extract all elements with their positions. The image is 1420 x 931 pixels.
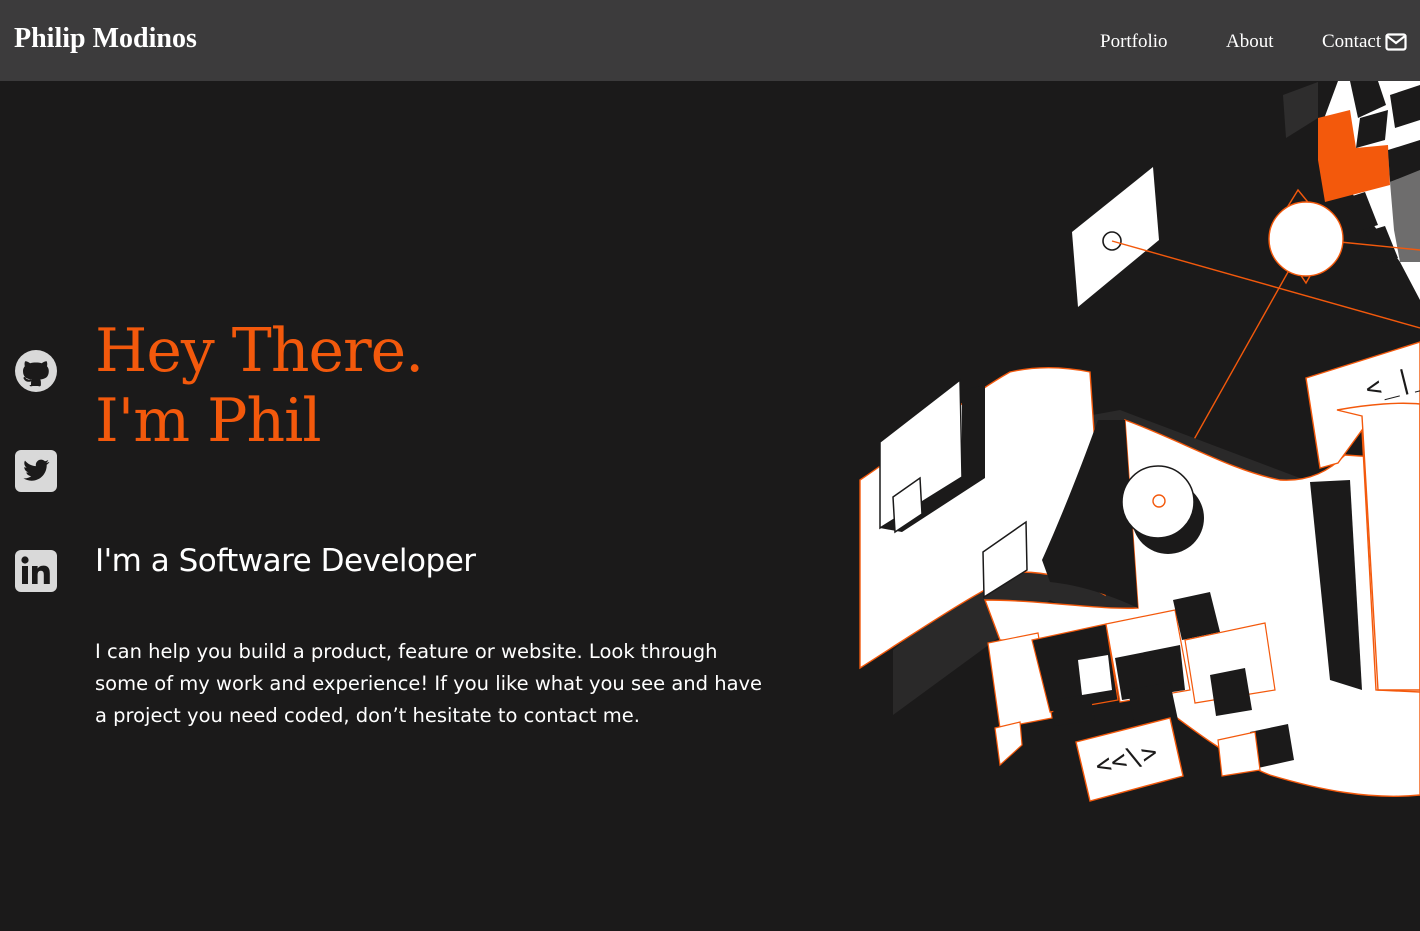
- hero-greeting-line-1: Hey There.: [95, 316, 424, 386]
- hero-subtitle: I'm a Software Developer: [95, 543, 476, 579]
- github-icon[interactable]: [14, 349, 58, 393]
- ring-node-shape: [1121, 465, 1195, 539]
- nav-link-portfolio[interactable]: Portfolio: [1100, 31, 1168, 53]
- brand-logo[interactable]: Philip Modinos: [14, 22, 197, 56]
- nav-link-contact-label: Contact: [1322, 31, 1382, 52]
- node-circle-shape: [1268, 201, 1344, 277]
- nav-link-contact[interactable]: Contact: [1322, 31, 1407, 53]
- hero-illustration: <_|_ <<\>: [859, 81, 1420, 802]
- hero-greeting: Hey There. I'm Phil: [95, 316, 424, 456]
- navbar: Philip Modinos Portfolio About Contact: [0, 0, 1420, 81]
- nav-link-about[interactable]: About: [1226, 31, 1274, 53]
- linkedin-icon[interactable]: [14, 549, 58, 593]
- floating-panel-shape: [1072, 167, 1159, 307]
- hero-blurb: I can help you build a product, feature …: [95, 640, 763, 727]
- twitter-icon[interactable]: [14, 449, 58, 493]
- hero-greeting-line-2: I'm Phil: [95, 386, 322, 456]
- envelope-icon: [1385, 33, 1407, 51]
